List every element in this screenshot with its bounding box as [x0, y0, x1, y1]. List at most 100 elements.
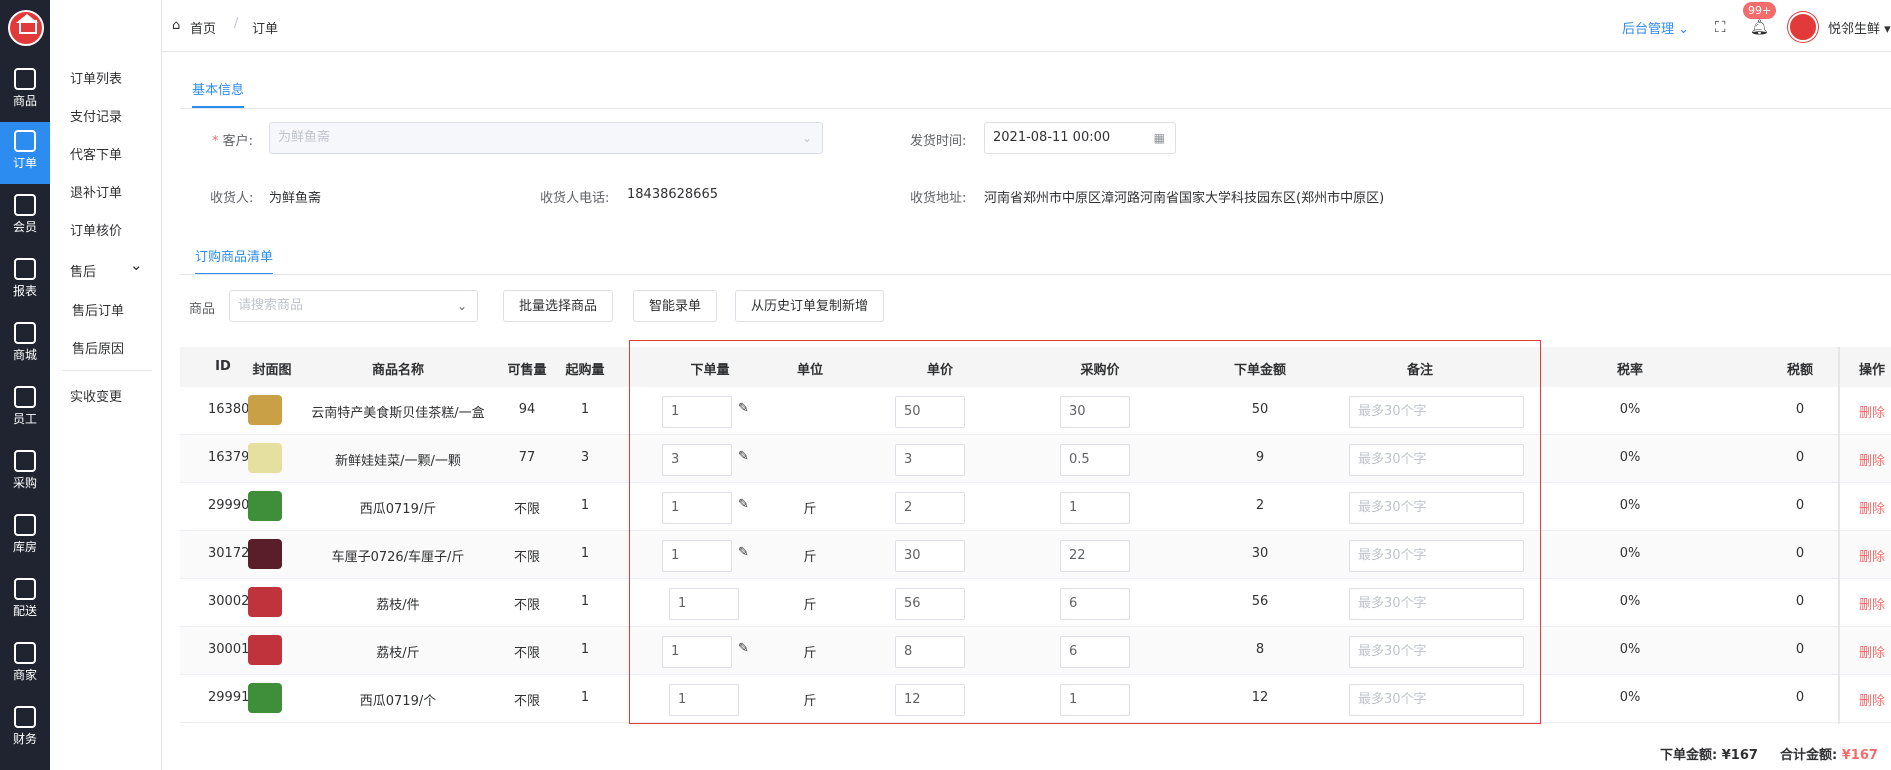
rail-item-label: 订单 [12, 156, 37, 170]
cell-tax-rate: 0% [1619, 402, 1641, 417]
cell-id: 29991 [208, 690, 250, 705]
cell-min-qty: 1 [580, 642, 590, 657]
receiver-value: 为鲜鱼斋 [269, 191, 322, 206]
breadcrumb-home[interactable]: 首页 [190, 18, 216, 37]
purchase-icon [14, 450, 36, 472]
subnav-item[interactable]: 代客下单 [70, 144, 122, 163]
cell-tax-rate: 0% [1619, 690, 1641, 705]
rail-item-label: 商城 [12, 348, 37, 362]
breadcrumb-separator: / [234, 16, 239, 31]
sum-total-label: 合计金额: [1780, 748, 1838, 763]
chevron-down-icon[interactable]: ⌄ [130, 256, 143, 274]
rail-item[interactable]: 员工 [0, 378, 50, 440]
rail-item[interactable]: 报表 [0, 250, 50, 312]
column-header: 商品名称 [371, 363, 424, 378]
truck-icon [14, 578, 36, 600]
delete-link[interactable]: 删除 [1852, 546, 1891, 565]
customer-value: 为鲜鱼斋 [278, 130, 331, 145]
divider [180, 108, 1891, 109]
delete-link[interactable]: 删除 [1852, 690, 1891, 709]
product-thumbnail [248, 395, 282, 425]
order-icon [14, 130, 36, 152]
subnav-item[interactable]: 实收变更 [70, 386, 122, 405]
column-header: 操作 [1858, 363, 1885, 378]
rail-item[interactable]: 订单 [0, 122, 50, 184]
top-bar: ⌂ 首页 / 订单 后台管理 ⌄ ⛶ 🔔︎ [162, 0, 1891, 52]
cell-tax: 0 [1795, 642, 1805, 657]
bag-icon [14, 68, 36, 90]
cell-tax-rate: 0% [1619, 546, 1641, 561]
copy-history-button[interactable]: 从历史订单复制新增 [735, 290, 885, 322]
user-menu[interactable]: 悦邻生鲜 ▾ [1828, 18, 1891, 37]
cell-product-name: 西瓜0719/斤 [359, 502, 437, 517]
delete-link[interactable]: 删除 [1852, 594, 1891, 613]
customer-select[interactable]: 为鲜鱼斋 ⌄ [269, 122, 823, 154]
receiver-label: 收货人: [210, 191, 254, 206]
ship-time-picker[interactable]: 2021-08-11 00:00 ▦ [984, 122, 1176, 154]
subnav-item[interactable]: 退补订单 [70, 182, 122, 201]
customer-label: * 客户: [212, 134, 254, 149]
cell-tax-rate: 0% [1619, 498, 1641, 513]
column-header: 税额 [1786, 363, 1813, 378]
rail-item[interactable]: 配送 [0, 570, 50, 632]
rail-item-label: 库房 [12, 540, 37, 554]
column-header: ID [215, 359, 231, 374]
cell-tax-rate: 0% [1619, 594, 1641, 609]
brand-logo[interactable] [8, 10, 44, 46]
cell-product-name: 荔枝/件 [376, 598, 420, 613]
cell-id: 30001 [208, 642, 250, 657]
subnav-item[interactable]: 售后订单 [72, 300, 124, 319]
batch-select-button[interactable]: 批量选择商品 [503, 290, 614, 322]
rail-item[interactable]: 库房 [0, 506, 50, 568]
cell-min-qty: 1 [580, 402, 590, 417]
subnav-item[interactable]: 售后 [70, 261, 96, 280]
rail-item-label: 员工 [12, 412, 37, 426]
cell-tax: 0 [1795, 402, 1805, 417]
cell-tax: 0 [1795, 690, 1805, 705]
bell-icon[interactable]: 🔔︎ [1750, 18, 1769, 36]
rail-item[interactable]: 采购 [0, 442, 50, 504]
breadcrumb-current: 订单 [252, 22, 279, 37]
subnav-item[interactable]: 订单列表 [70, 68, 122, 87]
staff-icon [14, 386, 36, 408]
tab-order-items[interactable]: 订购商品清单 [195, 246, 274, 275]
ship-time-label: 发货时间: [910, 134, 967, 149]
rail-item[interactable]: 会员 [0, 186, 50, 248]
subnav-item[interactable]: 支付记录 [70, 106, 122, 125]
admin-menu[interactable]: 后台管理 ⌄ [1622, 18, 1689, 37]
delete-link[interactable]: 删除 [1852, 642, 1891, 661]
rail-item-label: 采购 [12, 476, 37, 490]
product-search-select[interactable]: 请搜索商品 ⌄ [229, 290, 478, 322]
admin-menu-label: 后台管理 [1622, 22, 1675, 37]
subnav-item[interactable]: 订单核价 [70, 220, 122, 239]
fullscreen-icon[interactable]: ⛶ [1715, 18, 1726, 36]
avatar[interactable] [1788, 12, 1818, 42]
cell-min-qty: 1 [580, 498, 590, 513]
divider [180, 274, 1891, 275]
rail-item-label: 商品 [12, 94, 37, 108]
delete-link[interactable]: 删除 [1852, 450, 1891, 469]
cell-tax: 0 [1795, 498, 1805, 513]
product-thumbnail [248, 539, 282, 569]
rail-item[interactable]: 商家 [0, 634, 50, 696]
rail-item[interactable]: 财务 [0, 698, 50, 760]
shop-icon [14, 642, 36, 664]
delete-link[interactable]: 删除 [1852, 402, 1891, 421]
product-label: 商品 [189, 302, 216, 317]
calendar-icon: ▦ [1153, 131, 1165, 145]
cell-product-name: 荔枝/斤 [376, 646, 420, 661]
home-icon[interactable]: ⌂ [172, 18, 180, 33]
tab-basic-info[interactable]: 基本信息 [192, 79, 245, 108]
delete-link[interactable]: 删除 [1852, 498, 1891, 517]
chevron-down-icon: ⌄ [1678, 22, 1690, 37]
product-thumbnail [248, 635, 282, 665]
product-thumbnail [248, 587, 282, 617]
divider [62, 370, 152, 371]
smart-entry-button[interactable]: 智能录单 [633, 290, 718, 322]
cell-min-qty: 1 [580, 546, 590, 561]
fixed-column-shadow [1838, 347, 1840, 724]
rail-item[interactable]: 商城 [0, 314, 50, 376]
chart-icon [14, 258, 36, 280]
rail-item[interactable]: 商品 [0, 60, 50, 122]
subnav-item[interactable]: 售后原因 [72, 338, 124, 357]
